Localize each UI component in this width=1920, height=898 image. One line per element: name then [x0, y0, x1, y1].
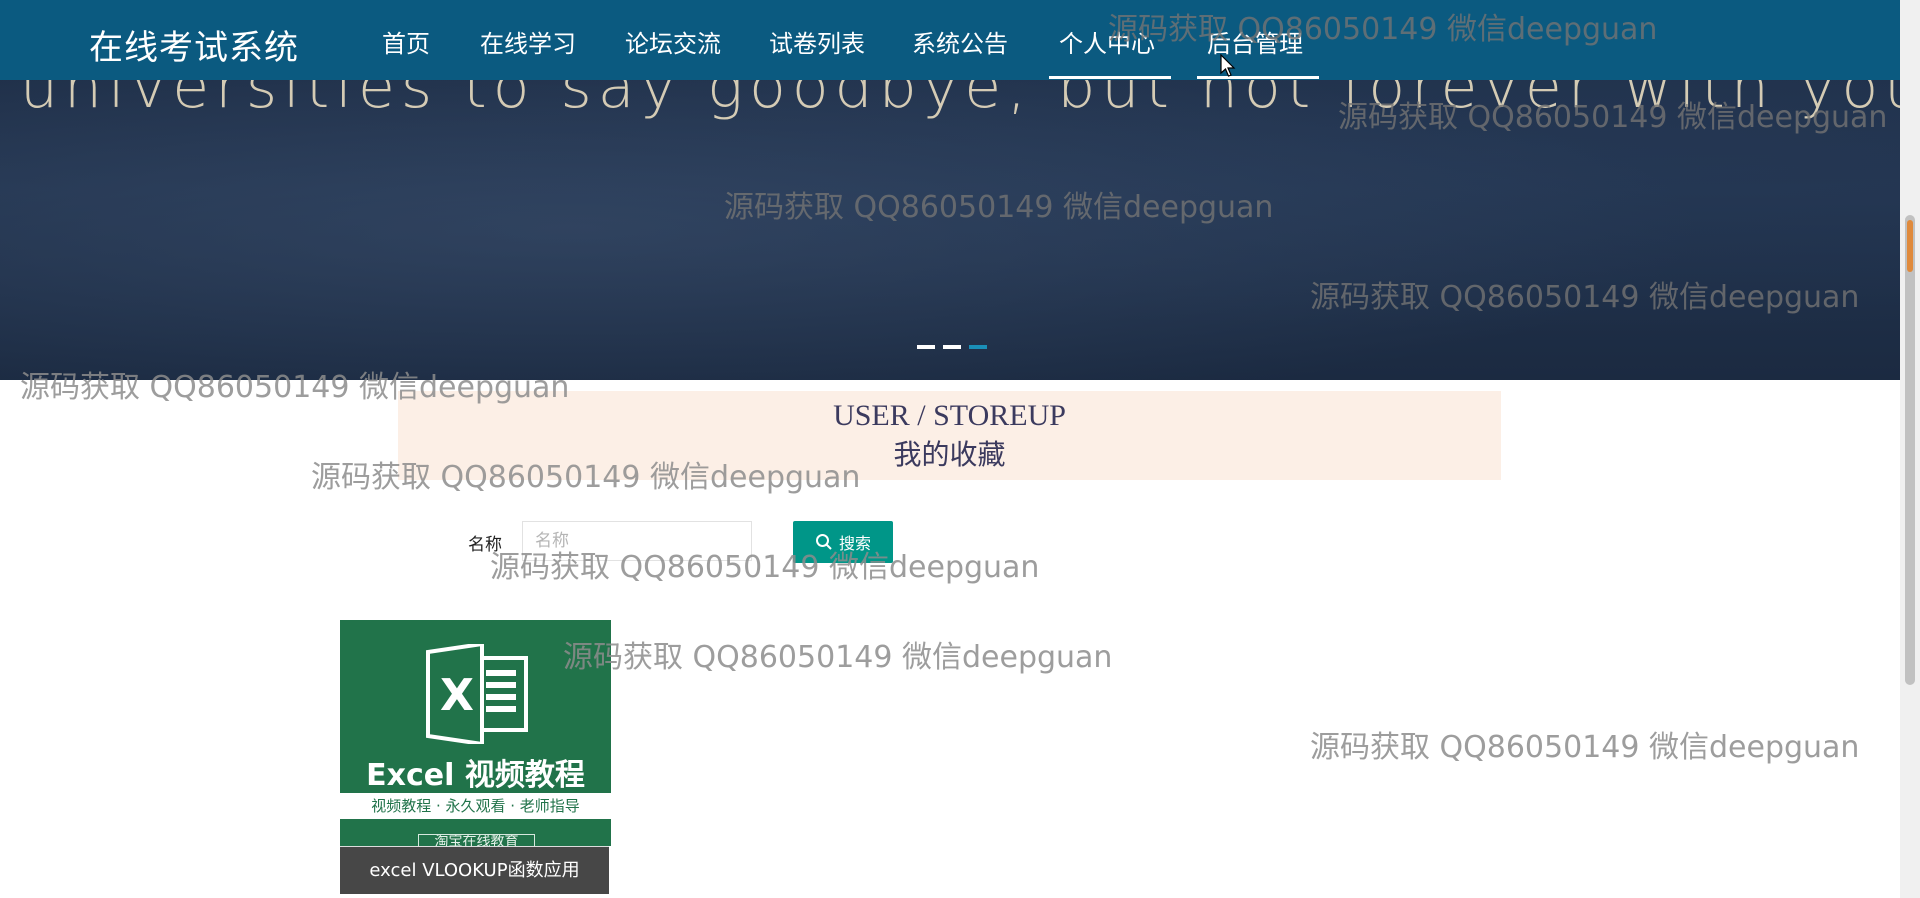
- nav-announcements[interactable]: 系统公告: [912, 24, 1008, 59]
- search-button-label: 搜索: [838, 534, 871, 553]
- nav-active-underline: [1049, 76, 1171, 79]
- page-scrollbar[interactable]: [1900, 0, 1920, 898]
- watermark: 源码获取 QQ86050149 微信deepguan: [563, 640, 1113, 675]
- top-navbar: 在线考试系统 首页 在线学习 论坛交流 试卷列表 系统公告 个人中心 后台管理: [0, 0, 1900, 80]
- favorite-item-card[interactable]: X Excel 视频教程 视频教程 · 永久观看 · 老师指导 淘宝在线教育 e…: [340, 620, 611, 894]
- nav-personal-center[interactable]: 个人中心: [1059, 24, 1155, 59]
- excel-icon: X: [426, 644, 528, 744]
- watermark: 源码获取 QQ86050149 微信deepguan: [1310, 730, 1860, 765]
- section-title-cn: 我的收藏: [893, 438, 1006, 471]
- nav-forum[interactable]: 论坛交流: [625, 24, 721, 59]
- favorite-item-image-subtitle: 视频教程 · 永久观看 · 老师指导: [340, 793, 611, 819]
- search-icon: [815, 534, 832, 550]
- nav-hover-underline: [1197, 76, 1319, 79]
- carousel-dot-1[interactable]: [917, 345, 935, 349]
- scrollbar-accent: [1907, 220, 1913, 272]
- favorite-item-caption[interactable]: excel VLOOKUP函数应用: [340, 846, 609, 894]
- search-input[interactable]: [522, 521, 752, 561]
- section-header: USER / STOREUP 我的收藏: [398, 391, 1501, 480]
- favorite-item-image[interactable]: X Excel 视频教程 视频教程 · 永久观看 · 老师指导 淘宝在线教育: [340, 620, 611, 846]
- favorite-item-image-badge: 淘宝在线教育: [418, 834, 535, 846]
- site-logo-title[interactable]: 在线考试系统: [89, 20, 299, 69]
- carousel-dot-3[interactable]: [969, 345, 987, 349]
- nav-home[interactable]: 首页: [382, 24, 430, 59]
- search-button[interactable]: 搜索: [793, 521, 893, 563]
- scrollbar-thumb[interactable]: [1905, 215, 1915, 685]
- page: universities to say goodbye, but not for…: [0, 0, 1920, 898]
- section-title-en: USER / STOREUP: [833, 399, 1066, 432]
- nav-exam-list[interactable]: 试卷列表: [769, 24, 865, 59]
- mouse-cursor-icon: [1220, 54, 1236, 77]
- nav-online-learning[interactable]: 在线学习: [480, 24, 576, 59]
- carousel-dot-2[interactable]: [943, 345, 961, 349]
- carousel-indicators: [917, 345, 987, 349]
- svg-text:X: X: [440, 670, 474, 721]
- search-label: 名称: [468, 535, 502, 555]
- favorite-item-image-title: Excel 视频教程: [366, 758, 585, 793]
